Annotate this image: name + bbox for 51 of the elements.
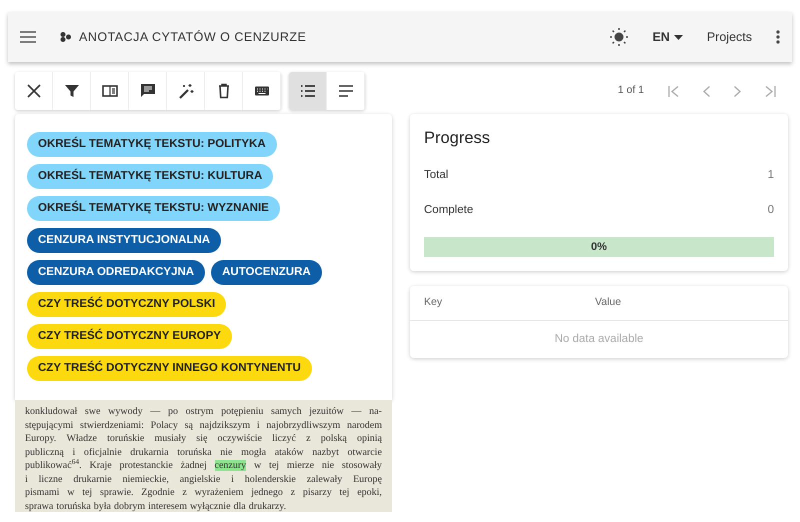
language-button[interactable]: EN <box>652 28 670 46</box>
label-chip[interactable]: CENZURA ODREDAKCYJNA <box>27 260 206 285</box>
text-line: sprawa toruńska była dobrym interesem wyłącznie dla drukarzy. <box>25 500 288 513</box>
magic-button[interactable] <box>167 72 205 110</box>
caret-icon <box>674 34 683 40</box>
keyboard-button[interactable] <box>243 72 281 110</box>
stat-value: 1 <box>768 168 774 183</box>
text-line: i liczne drukarnie niemieckie, angielskie i holenderskie zalewały Europę <box>25 472 382 486</box>
more-icon[interactable] <box>776 30 780 44</box>
close-icon <box>26 83 42 99</box>
stat-label: Total <box>424 168 448 183</box>
projects-button[interactable]: Projects <box>706 28 752 46</box>
column-header: Value <box>595 295 622 310</box>
label-chip[interactable]: OKREŚL TEMATYKĘ TEKSTU: POLITYKA <box>27 132 277 157</box>
magic-wand-icon <box>178 83 194 99</box>
delete-button[interactable] <box>205 72 243 110</box>
text-lines-icon <box>338 83 354 99</box>
comment-icon <box>140 83 156 99</box>
text-line: konkludował swe wywody — po ostrym potępieniu samych jezuitów — na- <box>25 405 382 418</box>
text-button[interactable] <box>327 72 365 110</box>
brightness-icon[interactable] <box>610 28 628 46</box>
close-button[interactable] <box>15 72 53 110</box>
dots-logo-icon <box>60 32 71 42</box>
text-line: stępującymi stwierdzeniami: Polacy są najdzikszym i najobrzydliwszym narodem <box>25 418 382 432</box>
card-title: Progress <box>424 128 492 149</box>
filter-button[interactable] <box>53 72 91 110</box>
column-header: Key <box>424 295 444 310</box>
progress-reading: 0% <box>590 240 608 256</box>
label-chip[interactable]: OKREŚL TEMATYKĘ TEKSTU: KULTURA <box>27 164 274 189</box>
label-chip[interactable]: CZY TREŚĆ DOTYCZNY INNEGO KONTYNENTU <box>27 356 312 381</box>
text-line: publiczną i oficjalnie drukarnia toruńska nie mogła ataków nazbyt otwarcie <box>25 446 382 459</box>
text-line: pismami w tej sprawie. Zgodnie z wyrażeniem jednego z pisarzy tej epoki, <box>25 486 382 500</box>
label-chip[interactable]: CZY TREŚĆ DOTYCZNY EUROPY <box>27 324 232 349</box>
label-chip[interactable]: CENZURA INSTYTUCJONALNA <box>27 228 222 253</box>
filter-icon <box>64 83 80 99</box>
panel-button[interactable] <box>91 72 129 110</box>
label-chip[interactable]: AUTOCENZURA <box>211 260 322 285</box>
list-icon <box>300 83 316 99</box>
stat-value: 0 <box>768 203 774 218</box>
label-chip[interactable]: CZY TREŚĆ DOTYCZNY POLSKI <box>27 292 226 317</box>
menu-icon[interactable] <box>20 31 36 43</box>
label-chip[interactable]: OKREŚL TEMATYKĘ TEKSTU: WYZNANIE <box>27 196 280 221</box>
panel-icon <box>102 83 118 99</box>
page-counter: 1 of 1 <box>618 83 644 98</box>
stat-label: Complete <box>424 203 474 218</box>
comment-button[interactable] <box>129 72 167 110</box>
text-line: Europy. Władze toruńskie musiały się oczywiście liczyć z polską opinią <box>25 432 382 446</box>
text-line: publikować$^{64}$. Kraje protestanckie żadnej cenzury w tej mierze nie stosowały <box>25 459 382 472</box>
list-button[interactable] <box>289 72 327 110</box>
empty-message: No data available <box>554 332 644 347</box>
app-title: ANOTACJA CYTATÓW O CENZURZE <box>79 28 306 46</box>
